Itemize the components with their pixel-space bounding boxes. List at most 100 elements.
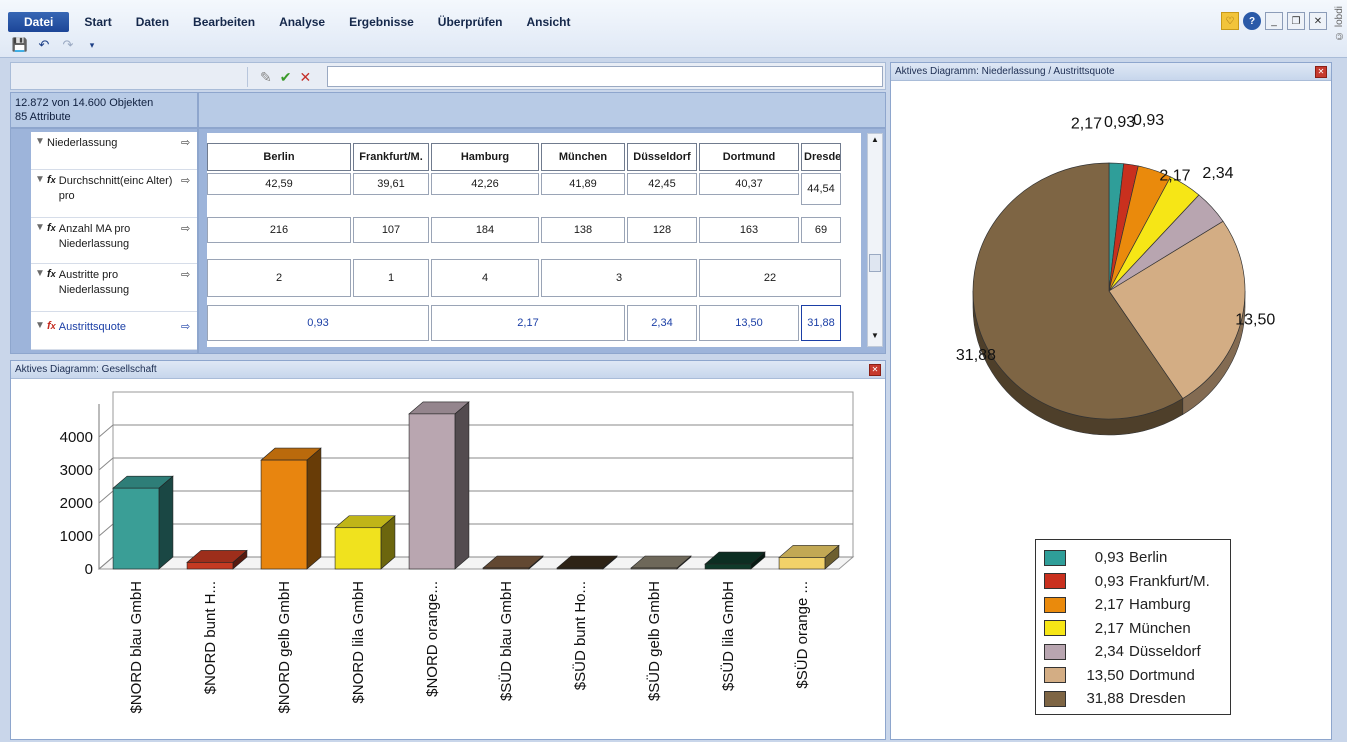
filter-icon[interactable]: ▼	[33, 320, 47, 331]
legend-item: 2,17 München	[1044, 617, 1222, 641]
help-icon[interactable]: ?	[1243, 12, 1261, 30]
pie-value-label: 31,88	[956, 347, 996, 364]
grid-cell-quota[interactable]: 31,88	[801, 305, 841, 341]
legend-value: 0,93	[1094, 549, 1124, 567]
bar[interactable]	[112, 475, 174, 570]
grid-header-muenchen[interactable]: München	[541, 143, 625, 171]
grid-header-berlin[interactable]: Berlin	[207, 143, 351, 171]
bar[interactable]	[334, 515, 396, 570]
grid-cell[interactable]: 128	[627, 217, 697, 243]
legend-item: 31,88 Dresden	[1044, 687, 1222, 711]
grid-cell[interactable]: 42,26	[431, 173, 539, 195]
close-icon[interactable]: ✕	[869, 364, 881, 376]
restore-icon[interactable]: ❐	[1287, 12, 1305, 30]
grid-cell-quota[interactable]: 2,34	[627, 305, 697, 341]
close-icon[interactable]: ✕	[1315, 66, 1327, 78]
attribute-row-anzahl-ma[interactable]: ▼ fx Anzahl MA pro Niederlassung ⇨	[31, 218, 197, 264]
grid-cell[interactable]: 184	[431, 217, 539, 243]
grid-cell[interactable]: 42,59	[207, 173, 351, 195]
menu-datei[interactable]: Datei	[8, 12, 70, 32]
bar[interactable]	[260, 447, 322, 570]
grid-cell[interactable]: 2	[207, 259, 351, 297]
gridline-side	[98, 490, 114, 504]
grid-cell[interactable]: 39,61	[353, 173, 429, 195]
confirm-check-icon[interactable]: ✔	[280, 69, 292, 86]
grid-cell[interactable]: 216	[207, 217, 351, 243]
favorite-icon[interactable]: ♡	[1221, 12, 1239, 30]
grid-cell[interactable]: 41,89	[541, 173, 625, 195]
grid-cell[interactable]: 3	[541, 259, 697, 297]
grid-header-dortmund[interactable]: Dortmund	[699, 143, 799, 171]
minimize-icon[interactable]: _	[1265, 12, 1283, 30]
formula-icon: fx	[47, 320, 56, 332]
attribute-row-austritte[interactable]: ▼ fx Austritte pro Niederlassung ⇨	[31, 264, 197, 312]
redo-icon[interactable]: ↷	[60, 37, 76, 53]
grid-cell[interactable]: 163	[699, 217, 799, 243]
scroll-down-icon[interactable]: ▼	[868, 331, 882, 345]
menu-bearbeiten[interactable]: Bearbeiten	[184, 13, 264, 31]
grid-cell[interactable]: 1	[353, 259, 429, 297]
pie-value-label: 13,50	[1235, 311, 1275, 328]
gridline-side	[98, 523, 114, 537]
bar-front	[556, 567, 604, 570]
grid-cell-quota[interactable]: 0,93	[207, 305, 429, 341]
save-icon[interactable]: 💾	[12, 37, 28, 53]
grid-cell[interactable]: 107	[353, 217, 429, 243]
cancel-x-icon[interactable]: ✕	[299, 69, 311, 86]
legend-value: 31,88	[1086, 690, 1124, 708]
bar-front	[482, 567, 530, 570]
attribute-move-icon[interactable]: ⇨	[181, 136, 197, 149]
x-tick-label: $SÜD lila GmbH	[719, 581, 737, 691]
grid-cell[interactable]: 138	[541, 217, 625, 243]
legend-item: 13,50 Dortmund	[1044, 664, 1222, 688]
attribute-move-icon[interactable]: ⇨	[181, 268, 197, 281]
grid-header-duesseldorf[interactable]: Düsseldorf	[627, 143, 697, 171]
grid-scrollbar[interactable]: ▲ ▼	[867, 133, 883, 347]
menu-daten[interactable]: Daten	[127, 13, 178, 31]
attribute-panel: ▼ Niederlassung ⇨ ▼ fx Durchschnitt(einc…	[10, 128, 198, 354]
menu-analyse[interactable]: Analyse	[270, 13, 334, 31]
menu-ueberpruefen[interactable]: Überprüfen	[429, 13, 512, 31]
legend-value: 2,34	[1094, 643, 1124, 661]
edit-pencil-icon[interactable]: ✎	[260, 69, 272, 86]
filter-icon[interactable]: ▼	[33, 222, 47, 233]
formula-input[interactable]	[327, 66, 883, 87]
grid-header-hamburg[interactable]: Hamburg	[431, 143, 539, 171]
grid-header-dresden[interactable]: Dresde	[801, 143, 841, 171]
attribute-label: Austrittsquote	[58, 321, 127, 333]
bar[interactable]	[408, 401, 470, 570]
grid-cell[interactable]: 4	[431, 259, 539, 297]
pie-panel-title-text: Aktives Diagramm: Niederlassung / Austri…	[895, 66, 1115, 77]
legend-value: 13,50	[1086, 666, 1124, 684]
menu-start[interactable]: Start	[75, 13, 120, 31]
attribute-row-durchschnitt[interactable]: ▼ fx Durchschnitt(einc Alter) pro ⇨	[31, 170, 197, 218]
grid-cell-quota[interactable]: 2,17	[431, 305, 625, 341]
customize-icon[interactable]: ▾	[84, 37, 100, 53]
filter-icon[interactable]: ▼	[33, 136, 47, 147]
undo-icon[interactable]: ↶	[36, 37, 52, 53]
legend-value: 2,17	[1094, 596, 1124, 614]
legend-value: 0,93	[1094, 572, 1124, 590]
attribute-move-icon[interactable]: ⇨	[181, 222, 197, 235]
scroll-up-icon[interactable]: ▲	[868, 135, 882, 149]
attribute-move-icon[interactable]: ⇨	[181, 320, 197, 333]
filter-icon[interactable]: ▼	[33, 174, 47, 185]
grid-cell[interactable]: 44,54	[801, 173, 841, 205]
grid-cell[interactable]: 42,45	[627, 173, 697, 195]
menu-ansicht[interactable]: Ansicht	[517, 13, 579, 31]
grid-cell[interactable]: 69	[801, 217, 841, 243]
attribute-row-austrittsquote[interactable]: ▼ fx Austrittsquote ⇨	[31, 312, 197, 350]
grid-cell[interactable]: 22	[699, 259, 841, 297]
grid-cell[interactable]: 40,37	[699, 173, 799, 195]
bar-front	[186, 562, 234, 570]
attribute-count: 85 Attribute	[15, 111, 71, 123]
filter-icon[interactable]: ▼	[33, 268, 47, 279]
close-icon[interactable]: ✕	[1309, 12, 1327, 30]
legend-item: 2,34 Düsseldorf	[1044, 640, 1222, 664]
grid-cell-quota[interactable]: 13,50	[699, 305, 799, 341]
attribute-row-niederlassung[interactable]: ▼ Niederlassung ⇨	[31, 132, 197, 170]
scroll-thumb[interactable]	[869, 254, 881, 272]
attribute-move-icon[interactable]: ⇨	[181, 174, 197, 187]
menu-ergebnisse[interactable]: Ergebnisse	[340, 13, 423, 31]
grid-header-frankfurt[interactable]: Frankfurt/M.	[353, 143, 429, 171]
